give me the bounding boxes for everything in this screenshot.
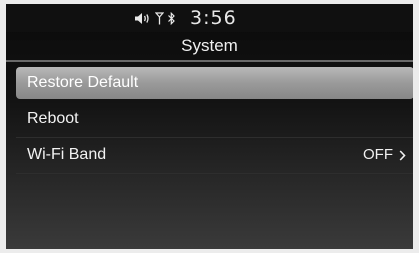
setting-value: OFF (363, 146, 393, 163)
menu-item-label: Reboot (27, 110, 79, 127)
wifi-band-value: OFF (363, 139, 406, 171)
menu-item-label: Restore Default (27, 74, 139, 91)
divider (16, 137, 413, 138)
clock: 3:56 (190, 7, 237, 29)
signal-icon (155, 11, 164, 25)
bluetooth-icon (167, 11, 176, 25)
menu-item-reboot[interactable]: Reboot (16, 103, 413, 135)
page-title: System (6, 32, 413, 62)
menu-item-restore-default[interactable]: Restore Default (16, 67, 413, 99)
chevron-right-icon (399, 149, 406, 161)
volume-icon (134, 12, 152, 25)
status-bar: 3:56 (6, 4, 413, 32)
menu-item-label: Wi-Fi Band (27, 146, 107, 163)
status-icons (134, 11, 176, 25)
menu-item-wifi-band[interactable]: Wi-Fi Band OFF (16, 139, 413, 171)
divider (16, 173, 413, 174)
display-screen: 3:56 System Restore Default Reboot Wi-Fi… (6, 4, 413, 249)
